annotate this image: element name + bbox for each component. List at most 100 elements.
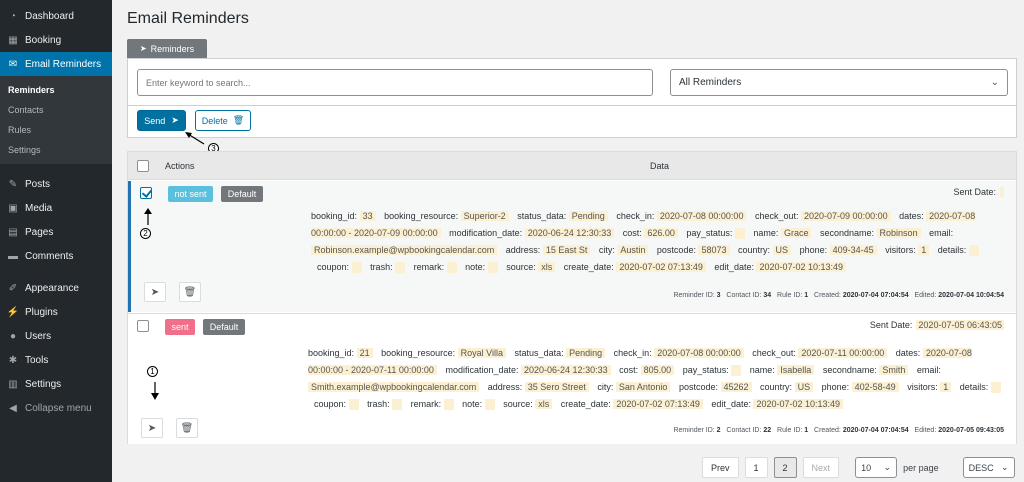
field-email: Smith.example@wpbookingcalendar.com — [308, 382, 480, 392]
sidebar-item-posts[interactable]: ✎ Posts — [0, 172, 112, 196]
meta-edited: 2020-07-04 10:04:54 — [938, 292, 1004, 299]
per-page-select[interactable]: 10 ⌄ — [855, 457, 898, 478]
select-all-checkbox[interactable] — [137, 160, 149, 172]
trash-icon: 🗑 — [232, 115, 245, 125]
sidebar-item-label: Tools — [25, 354, 49, 366]
sort-order-select[interactable]: DESC ⌄ — [962, 457, 1015, 478]
sidebar-item-media[interactable]: ▣ Media — [0, 196, 112, 220]
meta-label: Created: — [814, 292, 841, 299]
field-cost: 805.00 — [640, 365, 675, 375]
field-trash — [395, 262, 406, 274]
field-name: Grace — [780, 228, 812, 238]
field-visitors: 1 — [940, 382, 952, 392]
sidebar-item-email-reminders[interactable]: ✉ Email Reminders — [0, 52, 112, 76]
submenu-rules[interactable]: Rules — [0, 120, 112, 140]
field-pay-status — [734, 228, 745, 240]
delete-row-button[interactable]: 🗑 — [176, 418, 198, 438]
sent-date-label: Sent Date: — [869, 320, 913, 330]
field-check-out: 2020-07-09 00:00:00 — [801, 211, 891, 221]
field-trash — [392, 399, 403, 411]
row-checkbox[interactable] — [140, 187, 152, 199]
submenu-settings[interactable]: Settings — [0, 140, 112, 160]
send-row-button[interactable]: ➤ — [141, 418, 163, 438]
submenu-contacts[interactable]: Contacts — [0, 100, 112, 120]
sidebar-item-label: Users — [25, 330, 52, 342]
settings-icon: ▥ — [8, 378, 18, 390]
header-actions: Actions — [165, 161, 195, 171]
next-page-button[interactable]: Next — [802, 457, 840, 478]
prev-page-button[interactable]: Prev — [702, 457, 739, 478]
sidebar-item-label: Comments — [25, 250, 74, 262]
sidebar-item-settings[interactable]: ▥ Settings — [0, 372, 112, 396]
field-details — [990, 382, 1001, 394]
media-icon: ▣ — [8, 202, 18, 214]
meta-label: Contact ID: — [726, 427, 762, 434]
table-row: not sent Default Sent Date: 2 booking_id… — [128, 181, 1016, 312]
plugin-icon: ⚡ — [6, 306, 20, 318]
field-create-date: 2020-07-02 07:13:49 — [616, 262, 706, 272]
send-icon: ➤ — [139, 44, 147, 53]
calendar-icon: ▦ — [8, 34, 18, 46]
envelope-icon: ✉ — [8, 58, 18, 70]
field-status: Pending — [568, 211, 608, 221]
row-checkbox[interactable] — [137, 320, 149, 332]
field-resource: Superior-2 — [460, 211, 509, 221]
annotation-circle: 1 — [147, 366, 158, 377]
field-postcode: 45262 — [720, 382, 752, 392]
field-source: xls — [538, 262, 556, 272]
sidebar-item-label: Plugins — [25, 306, 58, 318]
field-resource: Royal Villa — [457, 348, 507, 358]
sidebar-item-pages[interactable]: ▤ Pages — [0, 220, 112, 244]
tab-reminders[interactable]: ➤ Reminders — [127, 39, 207, 58]
field-secondname: Robinson — [876, 228, 921, 238]
page-title: Email Reminders — [127, 10, 249, 27]
rule-badge: Default — [203, 319, 245, 335]
reminder-filter-select[interactable]: All Reminders ⌄ — [670, 69, 1008, 96]
page-2-button[interactable]: 2 — [773, 457, 797, 478]
sidebar-item-label: Booking — [25, 34, 62, 46]
sidebar-item-tools[interactable]: ✱ Tools — [0, 348, 112, 372]
dashboard-icon: ◔ — [9, 10, 17, 22]
booking-data: booking_id: 33 booking_resource: Superio… — [311, 208, 1011, 276]
sidebar-item-label: Posts — [25, 178, 51, 190]
field-check-in: 2020-07-08 00:00:00 — [654, 348, 744, 358]
field-check-in: 2020-07-08 00:00:00 — [656, 211, 747, 221]
field-edit-date: 2020-07-02 10:13:49 — [756, 262, 847, 272]
sidebar-item-booking[interactable]: ▦ Booking — [0, 28, 112, 52]
meta-contact-id: 22 — [763, 427, 772, 434]
field-country: US — [794, 382, 814, 392]
submenu-reminders[interactable]: Reminders — [0, 80, 112, 100]
sidebar-item-comments[interactable]: ▬ Comments — [0, 244, 112, 268]
rule-badge: Default — [221, 186, 263, 202]
meta-rule-id: 1 — [804, 427, 809, 434]
sidebar-item-label: Email Reminders — [25, 58, 102, 70]
send-button[interactable]: Send ➤ — [137, 110, 186, 131]
send-icon: ➤ — [171, 115, 179, 125]
per-page-label: per page — [903, 462, 939, 473]
sent-date: Sent Date: 2020-07-05 06:43:05 — [870, 320, 1004, 330]
collapse-menu-button[interactable]: ◀ Collapse menu — [0, 396, 112, 420]
meta-created: 2020-07-04 07:04:54 — [842, 292, 909, 299]
sidebar-item-dashboard[interactable]: ◔ Dashboard — [0, 4, 112, 28]
per-page-value: 10 — [861, 462, 872, 473]
send-row-button[interactable]: ➤ — [144, 282, 166, 302]
search-input[interactable] — [137, 69, 653, 96]
page-1-button[interactable]: 1 — [744, 457, 768, 478]
field-address: 35 Sero Street — [524, 382, 589, 392]
collapse-icon: ◀ — [9, 402, 17, 414]
sort-value: DESC — [968, 462, 994, 473]
sidebar-item-users[interactable]: ● Users — [0, 324, 112, 348]
field-status: Pending — [566, 348, 606, 358]
reminders-table: Actions Data not sent Default Sent Date:… — [127, 151, 1017, 444]
sidebar-item-plugins[interactable]: ⚡ Plugins — [0, 300, 112, 324]
meta-label: Contact ID: — [726, 292, 762, 299]
send-icon: ➤ — [150, 286, 160, 298]
sidebar-item-appearance[interactable]: ✐ Appearance — [0, 276, 112, 300]
delete-row-button[interactable]: 🗑 — [179, 282, 201, 302]
pin-icon: ✎ — [8, 178, 18, 190]
delete-button[interactable]: Delete 🗑 — [195, 110, 251, 131]
meta-label: Edited: — [914, 427, 937, 434]
meta-contact-id: 34 — [763, 292, 772, 299]
meta-label: Reminder ID: — [673, 292, 715, 299]
annotation-1: 1 — [147, 366, 158, 377]
